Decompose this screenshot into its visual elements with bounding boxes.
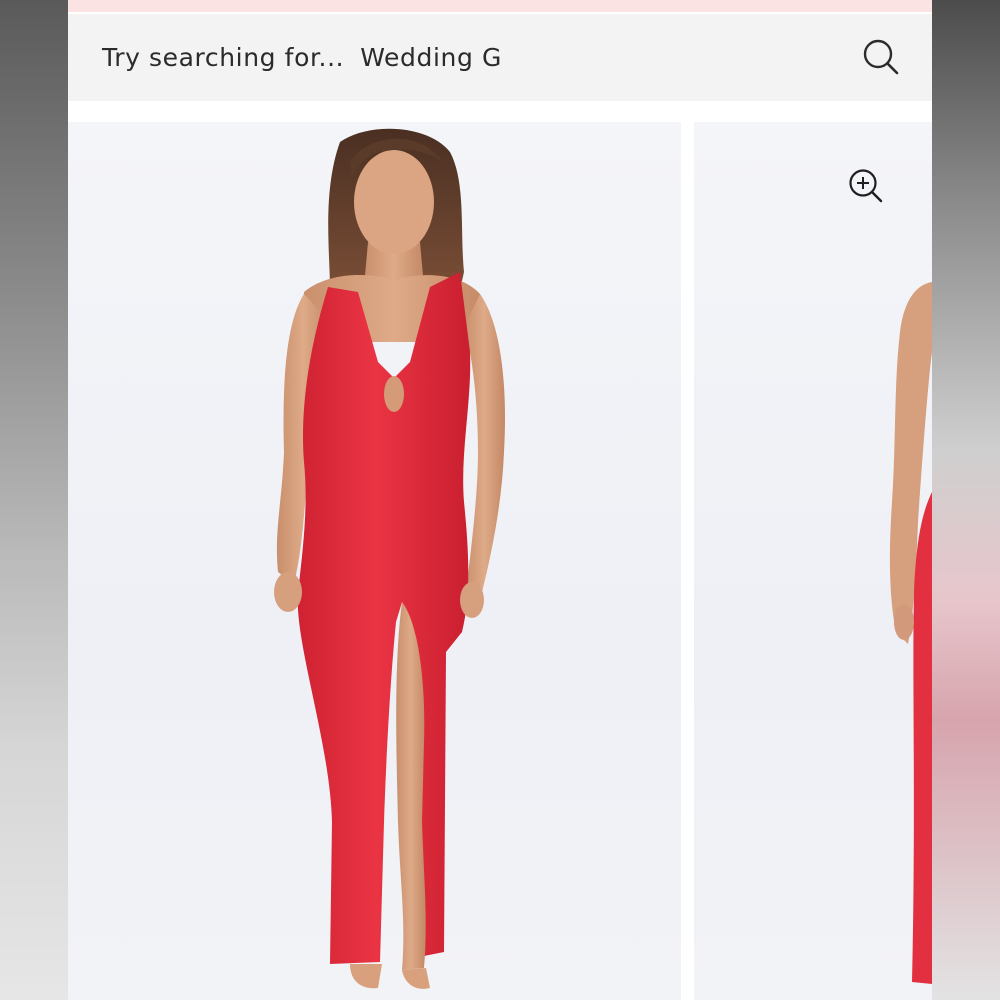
blurred-side-right bbox=[932, 0, 1000, 1000]
search-placeholder: Try searching for... bbox=[102, 43, 345, 72]
product-image-front[interactable] bbox=[68, 122, 681, 1000]
product-image-side[interactable] bbox=[694, 122, 932, 1000]
promo-strip bbox=[68, 0, 932, 12]
product-page: Try searching for... Wedding G bbox=[68, 0, 932, 1000]
search-suggestion: Wedding G bbox=[360, 43, 502, 72]
zoom-in-icon[interactable] bbox=[848, 168, 884, 204]
search-bar[interactable]: Try searching for... Wedding G bbox=[68, 14, 932, 101]
app-frame: Try searching for... Wedding G bbox=[0, 0, 1000, 1000]
product-gallery[interactable] bbox=[68, 122, 932, 1000]
search-icon[interactable] bbox=[862, 38, 900, 76]
blurred-side-left bbox=[0, 0, 68, 1000]
